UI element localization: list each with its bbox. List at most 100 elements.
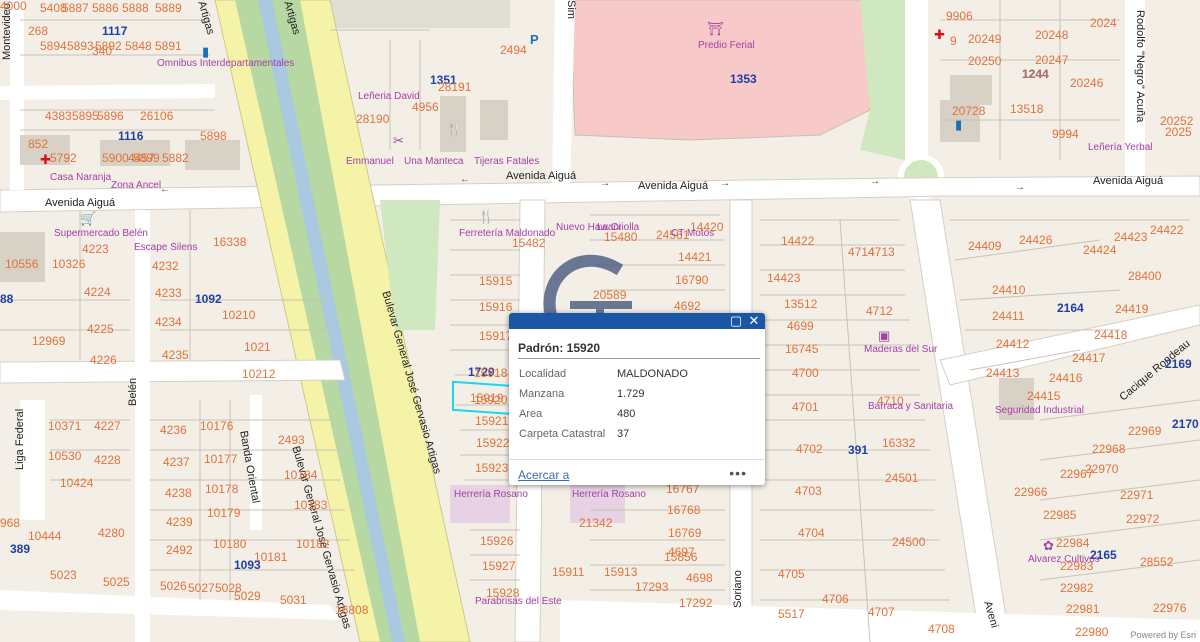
- parcel-number[interactable]: 24422: [1150, 224, 1183, 236]
- parcel-number[interactable]: 2024: [1090, 17, 1117, 29]
- parcel-number[interactable]: 10371: [48, 420, 81, 432]
- poi-maderas-label[interactable]: Maderas del Sur: [864, 345, 937, 355]
- parcel-number[interactable]: 968: [0, 517, 20, 529]
- parcel-number[interactable]: 10181: [254, 551, 287, 563]
- poi-herreria-label[interactable]: Herrería Rosano: [572, 490, 646, 500]
- parcel-number[interactable]: 9906: [946, 10, 973, 22]
- parcel-number[interactable]: 15917: [479, 330, 512, 342]
- poi-supermercado-label[interactable]: Supermercado Belén: [54, 229, 148, 239]
- parcel-number[interactable]: 5899: [133, 152, 160, 164]
- parcel-number[interactable]: 268: [28, 25, 48, 37]
- parcel-number[interactable]: 5896: [97, 110, 124, 122]
- maximize-icon[interactable]: ▢: [729, 314, 743, 328]
- parcel-number[interactable]: 9: [950, 35, 957, 47]
- parcel-number[interactable]: 22968: [1092, 443, 1125, 455]
- parcel-number[interactable]: 15913: [604, 566, 637, 578]
- parcel-number[interactable]: 22969: [1128, 425, 1161, 437]
- parcel-number[interactable]: 4701: [792, 401, 819, 413]
- parcel-number[interactable]: 15916: [479, 301, 512, 313]
- parcel-number[interactable]: 4236: [160, 424, 187, 436]
- parcel-number[interactable]: 10326: [52, 258, 85, 270]
- parcel-number[interactable]: 4692: [674, 300, 701, 312]
- poi-tijeras-label[interactable]: Tijeras Fatales: [474, 157, 539, 167]
- parcel-number[interactable]: 20247: [1035, 54, 1068, 66]
- parcel-number[interactable]: 15856: [664, 551, 697, 563]
- parcel-number[interactable]: 5026: [160, 580, 187, 592]
- parcel-number[interactable]: 15923: [475, 462, 508, 474]
- parcel-number[interactable]: 22970: [1085, 463, 1118, 475]
- close-icon[interactable]: ✕: [747, 314, 761, 328]
- parcel-number[interactable]: 20248: [1035, 29, 1068, 41]
- parcel-number[interactable]: 5893: [67, 40, 94, 52]
- parcel-number[interactable]: 24423: [1114, 231, 1147, 243]
- parcel-number[interactable]: 14423: [767, 272, 800, 284]
- parcel-number[interactable]: 10180: [213, 538, 246, 550]
- parcel-number[interactable]: 21342: [579, 517, 612, 529]
- parcel-number[interactable]: 4233: [155, 287, 182, 299]
- parcel-number[interactable]: 16769: [668, 527, 701, 539]
- parcel-number[interactable]: 4238: [165, 487, 192, 499]
- parcel-number[interactable]: 4712: [866, 305, 893, 317]
- parcel-number[interactable]: 5517: [778, 608, 805, 620]
- parcel-number[interactable]: 4237: [163, 456, 190, 468]
- parcel-number[interactable]: 5889: [155, 2, 182, 14]
- poi-ferreteria-label[interactable]: Ferretería Maldonado: [459, 229, 555, 239]
- parcel-number[interactable]: 4703: [795, 485, 822, 497]
- parcel-number[interactable]: 22980: [1075, 626, 1108, 638]
- parcel-number[interactable]: 4705: [778, 568, 805, 580]
- parcel-number[interactable]: 4700: [792, 367, 819, 379]
- parcel-number[interactable]: 24500: [892, 536, 925, 548]
- poi-escape-label[interactable]: Escape Silens: [134, 243, 197, 253]
- parcel-number[interactable]: 1021: [244, 341, 271, 353]
- parcel-number[interactable]: 4706: [822, 593, 849, 605]
- parcel-number[interactable]: 5882: [162, 152, 189, 164]
- parcel-number[interactable]: 24413: [986, 367, 1019, 379]
- parcel-number[interactable]: 13518: [1010, 103, 1043, 115]
- parcel-number[interactable]: 24412: [996, 338, 1029, 350]
- poi-lenieria-label[interactable]: Leñeria David: [358, 92, 420, 102]
- poi-herreria-label[interactable]: Herrería Rosano: [454, 490, 528, 500]
- parcel-number[interactable]: 4239: [166, 516, 193, 528]
- parcel-number[interactable]: 4234: [155, 316, 182, 328]
- parcel-number[interactable]: 5898: [200, 130, 227, 142]
- poi-casa-naranja-label[interactable]: Casa Naranja: [50, 173, 111, 183]
- parcel-number[interactable]: 13512: [784, 298, 817, 310]
- parcel-number[interactable]: 20250: [968, 55, 1001, 67]
- parcel-number[interactable]: 16332: [882, 437, 915, 449]
- parcel-number[interactable]: 10177: [204, 453, 237, 465]
- parcel-number[interactable]: 26106: [140, 110, 173, 122]
- map-view[interactable]: ← ← → → → → Avenida Aiguá Avenida Aiguá Aven…: [0, 0, 1200, 642]
- parcel-number[interactable]: 22984: [1056, 537, 1089, 549]
- parcel-number[interactable]: 24417: [1072, 352, 1105, 364]
- parcel-number[interactable]: 14422: [781, 235, 814, 247]
- poi-zona-ancel-label[interactable]: Zona Ancel: [111, 181, 161, 191]
- parcel-number[interactable]: 22982: [1060, 582, 1093, 594]
- parcel-number[interactable]: 20246: [1070, 77, 1103, 89]
- parcel-number[interactable]: 14421: [678, 251, 711, 263]
- parcel-number[interactable]: 28190: [356, 113, 389, 125]
- parcel-number[interactable]: 5895: [72, 110, 99, 122]
- parcel-number[interactable]: 17293: [635, 581, 668, 593]
- parcel-number[interactable]: 4713: [868, 246, 895, 258]
- parcel-number[interactable]: 20249: [968, 33, 1001, 45]
- parcel-number[interactable]: 10212: [242, 368, 275, 380]
- parcel-number[interactable]: 4000: [0, 0, 27, 12]
- poi-una-manteca-label[interactable]: Una Manteca: [404, 157, 463, 167]
- parcel-number[interactable]: 10556: [5, 258, 38, 270]
- parcel-number[interactable]: 15927: [482, 560, 515, 572]
- parcel-number[interactable]: 4227: [94, 420, 121, 432]
- parcel-number[interactable]: 24415: [1027, 390, 1060, 402]
- parcel-number[interactable]: 15922: [476, 437, 509, 449]
- parcel-number[interactable]: 10178: [205, 483, 238, 495]
- parcel-number[interactable]: 2494: [500, 44, 527, 56]
- parcel-number[interactable]: 5792: [50, 152, 77, 164]
- parcel-number[interactable]: 24501: [885, 472, 918, 484]
- parcel-number[interactable]: 24426: [1019, 234, 1052, 246]
- parcel-number[interactable]: 28400: [1128, 270, 1161, 282]
- parcel-number[interactable]: 24411: [992, 310, 1024, 322]
- parcel-number[interactable]: 5031: [280, 594, 307, 606]
- parcel-number[interactable]: 15926: [480, 535, 513, 547]
- parcel-number[interactable]: 4226: [90, 354, 117, 366]
- parcel-number[interactable]: 15911: [552, 566, 584, 578]
- parcel-number[interactable]: 10530: [48, 450, 81, 462]
